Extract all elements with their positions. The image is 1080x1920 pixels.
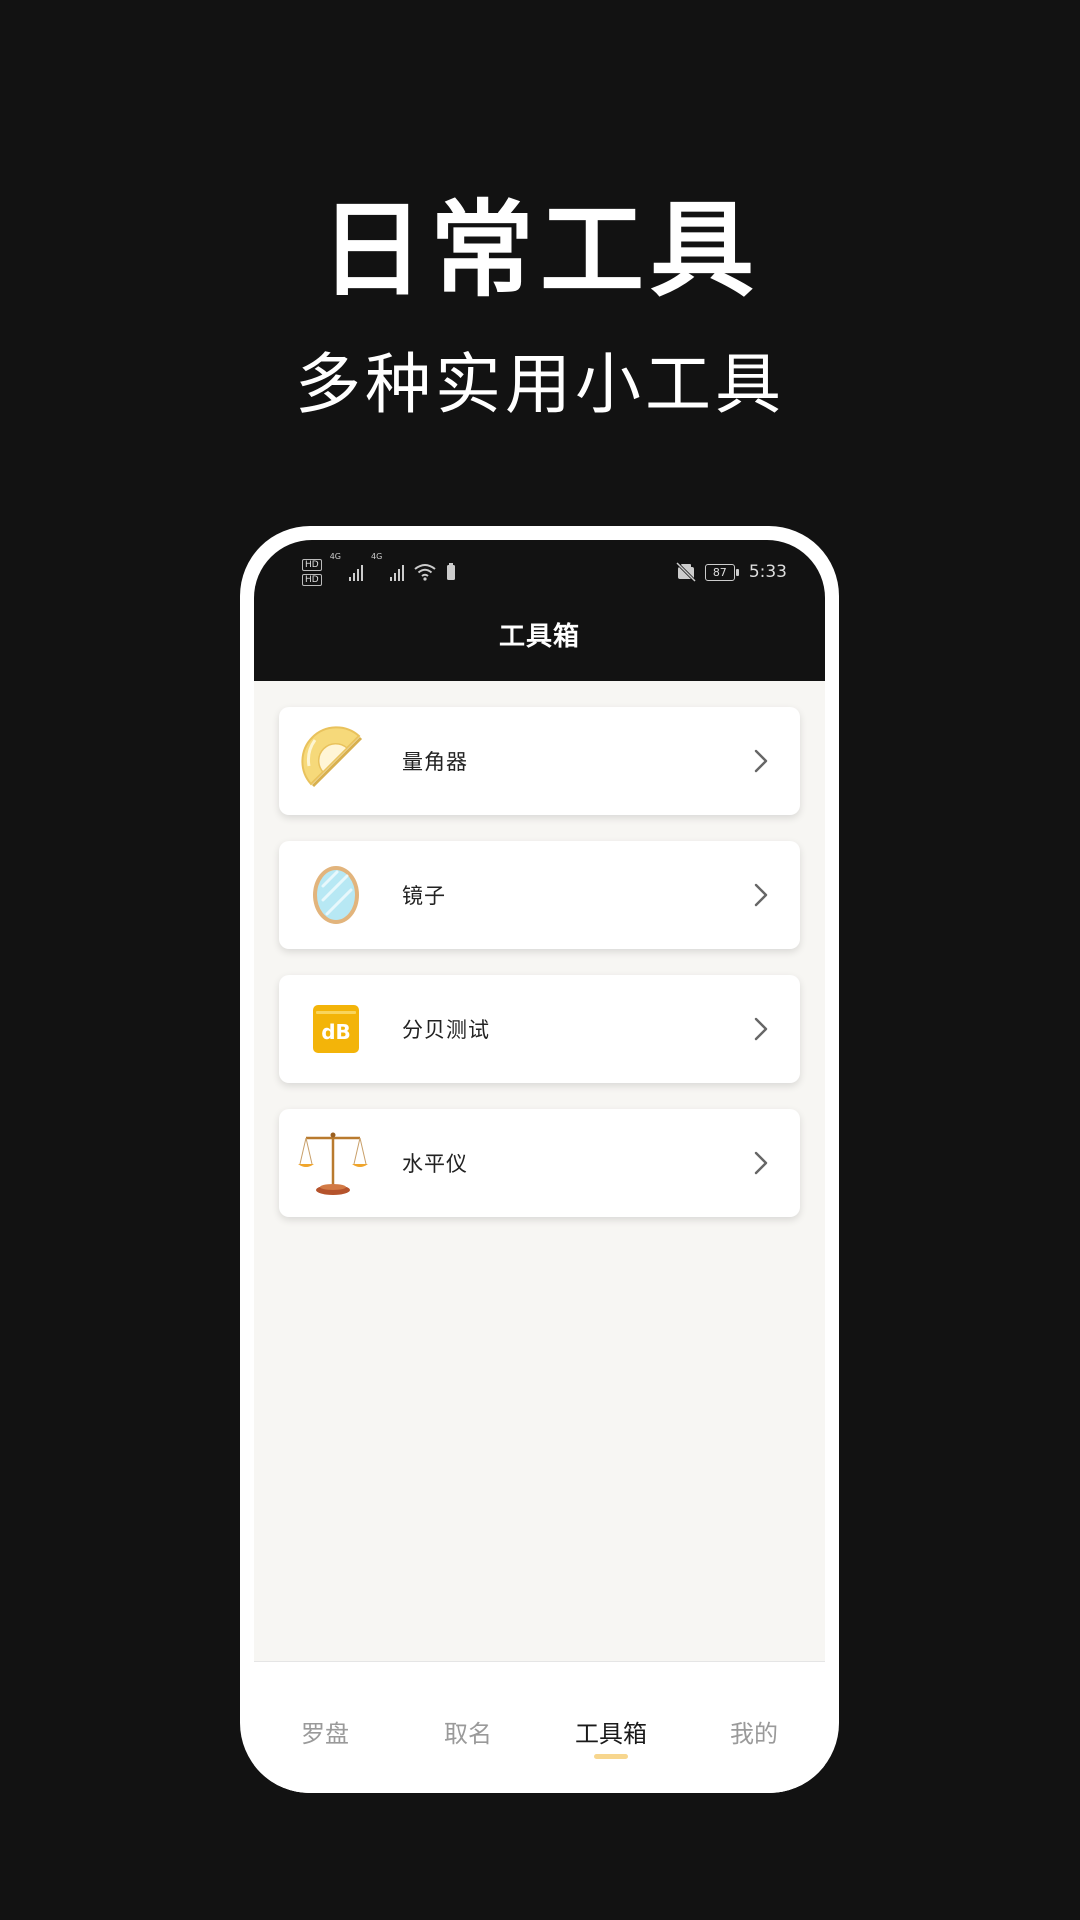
hd-label: HD [302, 573, 322, 586]
chevron-right-icon [754, 1151, 768, 1175]
status-time: 5:33 [748, 562, 787, 582]
vibrate-off-icon [675, 562, 696, 582]
tab-compass[interactable]: 罗盘 [254, 1714, 396, 1749]
phone-frame: HD HD 4G 4G 87 5:33 工具箱 量角器 镜子 dB 分贝测试 水… [240, 526, 839, 1793]
network-type-label: 4G [329, 552, 341, 561]
signal-icon [390, 563, 405, 581]
signal-icon [349, 563, 363, 581]
chevron-right-icon [754, 883, 768, 907]
decibel-icon: dB [301, 994, 371, 1064]
network-type-label: 4G [371, 552, 383, 561]
promo-title: 日常工具 [319, 189, 760, 311]
tool-item-mirror[interactable]: 镜子 [279, 841, 800, 949]
tool-item-level[interactable]: 水平仪 [279, 1109, 800, 1217]
bottom-tab-bar: 罗盘 取名 工具箱 我的 [254, 1661, 825, 1793]
protractor-icon [301, 726, 363, 788]
tool-label: 量角器 [402, 750, 468, 774]
balance-scale-icon [298, 1132, 368, 1195]
tab-mine[interactable]: 我的 [683, 1714, 825, 1749]
tool-list: 量角器 镜子 dB 分贝测试 水平仪 [279, 707, 800, 1243]
hd-indicators: HD HD [302, 558, 322, 586]
tool-label: 镜子 [402, 884, 446, 908]
tab-naming[interactable]: 取名 [397, 1714, 539, 1749]
status-bar-left: HD HD 4G 4G [302, 552, 456, 592]
chevron-right-icon [754, 749, 768, 773]
battery-small-icon [447, 563, 456, 580]
mirror-icon [313, 866, 359, 924]
tool-item-protractor[interactable]: 量角器 [279, 707, 800, 815]
tool-label: 分贝测试 [402, 1018, 490, 1042]
hd-label: HD [302, 558, 322, 571]
tab-toolbox[interactable]: 工具箱 [540, 1714, 682, 1759]
promo-subtitle: 多种实用小工具 [295, 346, 785, 423]
wifi-icon [414, 564, 436, 581]
active-tab-indicator [594, 1754, 628, 1759]
app-header: HD HD 4G 4G 87 5:33 工具箱 [254, 540, 825, 681]
chevron-right-icon [754, 1017, 768, 1041]
page-title: 工具箱 [498, 622, 580, 652]
phone-screen: HD HD 4G 4G 87 5:33 工具箱 量角器 镜子 dB 分贝测试 水… [254, 540, 825, 1793]
tool-item-decibel[interactable]: dB 分贝测试 [279, 975, 800, 1083]
status-bar-right: 87 5:33 [675, 558, 787, 586]
battery-icon: 87 [704, 563, 739, 581]
tab-label: 工具箱 [575, 1720, 647, 1748]
decibel-icon-text: dB [321, 1020, 351, 1044]
tool-label: 水平仪 [402, 1152, 468, 1176]
